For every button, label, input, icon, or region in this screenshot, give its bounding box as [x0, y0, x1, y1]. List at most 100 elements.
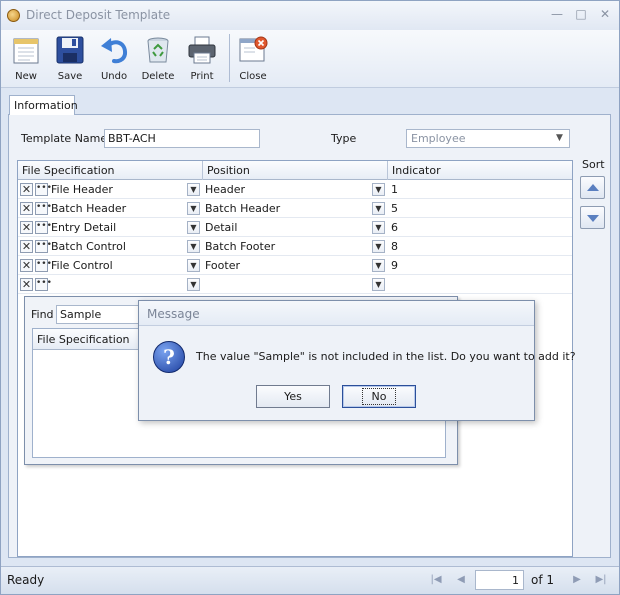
cell-file-specification[interactable]: File Control — [51, 259, 113, 272]
table-row[interactable]: ✕ ••• ▼ ▼ — [18, 275, 572, 294]
chevron-down-icon[interactable]: ▼ — [187, 183, 200, 196]
undo-button-label: Undo — [100, 71, 128, 82]
next-page-icon[interactable]: ▶ — [569, 572, 585, 588]
ellipsis-icon[interactable]: ••• — [35, 259, 52, 272]
app-icon — [7, 9, 20, 22]
chevron-down-icon[interactable]: ▼ — [372, 278, 385, 291]
cell-file-specification[interactable]: Batch Control — [51, 240, 126, 253]
sort-up-button[interactable] — [580, 176, 605, 199]
table-row[interactable]: ✕ ••• Batch Control ▼ Batch Footer ▼ 8 — [18, 237, 572, 256]
no-button-label: No — [361, 388, 397, 405]
delete-button[interactable]: Delete — [136, 34, 180, 86]
chevron-down-icon[interactable]: ▼ — [187, 278, 200, 291]
chevron-down-icon[interactable]: ▼ — [372, 183, 385, 196]
table-row[interactable]: ✕ ••• Batch Header ▼ Batch Header ▼ 5 — [18, 199, 572, 218]
minimize-icon[interactable]: — — [549, 6, 565, 22]
new-button[interactable]: New — [4, 34, 48, 86]
column-header-file-specification[interactable]: File Specification — [18, 161, 203, 180]
chevron-down-icon[interactable]: ▼ — [372, 259, 385, 272]
ellipsis-icon[interactable]: ••• — [35, 202, 52, 215]
page-count: of 1 — [531, 573, 555, 587]
chevron-down-icon[interactable]: ▼ — [187, 202, 200, 215]
cell-indicator[interactable]: 6 — [391, 221, 398, 234]
ellipsis-icon[interactable]: ••• — [35, 221, 52, 234]
yes-button[interactable]: Yes — [256, 385, 330, 408]
print-button-label: Print — [190, 71, 214, 82]
delete-row-icon[interactable]: ✕ — [20, 221, 33, 234]
cell-position[interactable]: Batch Header — [205, 202, 280, 215]
chevron-down-icon[interactable]: ▼ — [372, 202, 385, 215]
chevron-down-icon[interactable]: ▼ — [187, 221, 200, 234]
undo-arrow-icon — [101, 38, 128, 64]
find-label: Find — [31, 308, 54, 321]
type-select-value: Employee — [411, 132, 466, 145]
ellipsis-icon[interactable]: ••• — [35, 240, 52, 253]
save-button[interactable]: Save — [48, 34, 92, 86]
grid-header: File Specification Position Indicator — [18, 161, 572, 180]
app-window: Direct Deposit Template — □ ✕ New Save U… — [0, 0, 620, 595]
delete-button-label: Delete — [141, 71, 175, 82]
delete-row-icon[interactable]: ✕ — [20, 183, 33, 196]
yes-button-label: Yes — [284, 390, 302, 403]
delete-row-icon[interactable]: ✕ — [20, 259, 33, 272]
delete-row-icon[interactable]: ✕ — [20, 278, 33, 291]
message-dialog: Message ? The value "Sample" is not incl… — [138, 300, 576, 421]
arrow-up-icon — [587, 184, 599, 191]
status-bar: Ready |◀ ◀ 1 of 1 ▶ ▶| — [1, 566, 619, 594]
cell-file-specification[interactable]: File Header — [51, 183, 113, 196]
floppy-disk-icon — [56, 36, 84, 64]
new-document-icon — [13, 38, 39, 64]
cell-indicator[interactable]: 5 — [391, 202, 398, 215]
cell-indicator[interactable]: 1 — [391, 183, 398, 196]
last-page-icon[interactable]: ▶| — [593, 572, 609, 588]
printer-icon — [188, 36, 216, 64]
cell-file-specification[interactable]: Entry Detail — [51, 221, 116, 234]
no-button[interactable]: No — [342, 385, 416, 408]
delete-row-icon[interactable]: ✕ — [20, 202, 33, 215]
chevron-down-icon[interactable]: ▼ — [372, 221, 385, 234]
column-header-position[interactable]: Position — [203, 161, 388, 180]
chevron-down-icon[interactable]: ▼ — [372, 240, 385, 253]
find-input[interactable]: Sample — [56, 305, 142, 324]
cell-indicator[interactable]: 9 — [391, 259, 398, 272]
cell-indicator[interactable]: 8 — [391, 240, 398, 253]
close-icon[interactable]: ✕ — [597, 6, 613, 22]
table-row[interactable]: ✕ ••• File Header ▼ Header ▼ 1 — [18, 180, 572, 199]
message-dialog-title: Message — [139, 301, 534, 326]
sort-label: Sort — [582, 158, 605, 171]
cell-position[interactable]: Batch Footer — [205, 240, 275, 253]
page-number-input[interactable]: 1 — [475, 570, 524, 590]
ellipsis-icon[interactable]: ••• — [35, 278, 52, 291]
cell-position[interactable]: Detail — [205, 221, 237, 234]
type-select[interactable]: Employee ▼ — [406, 129, 570, 148]
arrow-down-icon — [587, 215, 599, 222]
save-button-label: Save — [57, 71, 83, 82]
table-row[interactable]: ✕ ••• Entry Detail ▼ Detail ▼ 6 — [18, 218, 572, 237]
previous-page-icon[interactable]: ◀ — [453, 572, 469, 588]
chevron-down-icon: ▼ — [556, 133, 563, 143]
table-row[interactable]: ✕ ••• File Control ▼ Footer ▼ 9 — [18, 256, 572, 275]
tab-information[interactable]: Information — [9, 95, 78, 115]
template-name-input[interactable]: BBT-ACH — [104, 129, 260, 148]
column-header-indicator[interactable]: Indicator — [388, 161, 572, 180]
question-icon: ? — [153, 341, 185, 373]
close-window-icon — [239, 36, 268, 62]
cell-file-specification[interactable]: Batch Header — [51, 202, 126, 215]
maximize-icon[interactable]: □ — [573, 6, 589, 22]
ellipsis-icon[interactable]: ••• — [35, 183, 52, 196]
print-button[interactable]: Print — [180, 34, 224, 86]
chevron-down-icon[interactable]: ▼ — [187, 240, 200, 253]
new-button-label: New — [15, 71, 37, 82]
first-page-icon[interactable]: |◀ — [428, 572, 444, 588]
undo-button[interactable]: Undo — [92, 34, 136, 86]
delete-row-icon[interactable]: ✕ — [20, 240, 33, 253]
chevron-down-icon[interactable]: ▼ — [187, 259, 200, 272]
cell-position[interactable]: Header — [205, 183, 245, 196]
sort-down-button[interactable] — [580, 206, 605, 229]
type-label: Type — [331, 132, 357, 145]
title-bar: Direct Deposit Template — □ ✕ — [1, 1, 619, 30]
toolbar-separator — [229, 34, 230, 82]
close-button[interactable]: Close — [231, 34, 275, 86]
cell-position[interactable]: Footer — [205, 259, 240, 272]
message-text: The value "Sample" is not included in th… — [196, 350, 576, 363]
